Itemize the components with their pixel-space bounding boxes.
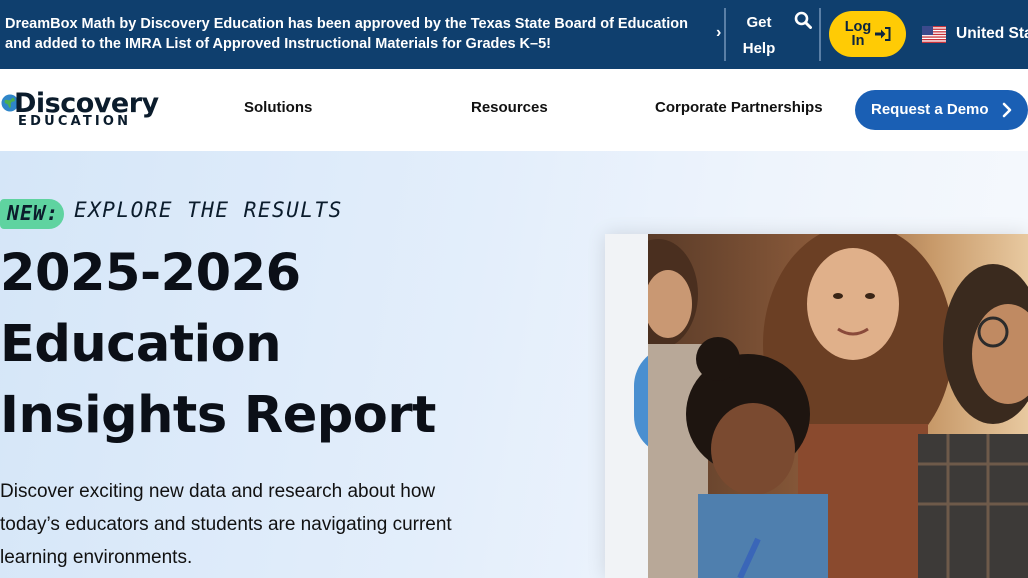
main-nav: Discovery EDUCATION Solutions Resources … <box>0 69 1028 151</box>
login-label: Log In <box>844 19 872 49</box>
request-demo-button[interactable]: Request a Demo <box>855 90 1028 130</box>
nav-corporate-partnerships[interactable]: Corporate Partnerships <box>655 99 823 116</box>
hero-section: NEW: EXPLORE THE RESULTS 2025-2026 Educa… <box>0 151 1028 578</box>
sign-in-icon <box>875 27 891 41</box>
chevron-right-icon <box>1002 102 1012 118</box>
nav-resources[interactable]: Resources <box>471 99 548 116</box>
hero-eyebrow: EXPLORE THE RESULTS <box>74 198 343 222</box>
divider <box>724 8 726 61</box>
country-selector[interactable]: United Sta <box>956 25 1028 43</box>
divider <box>819 8 821 61</box>
students-photo-illustration <box>648 234 1028 578</box>
announcement-link[interactable]: DreamBox Math by Discovery Education has… <box>5 14 705 54</box>
logo-subtitle: EDUCATION <box>18 114 132 129</box>
new-badge-label: NEW: <box>7 201 60 225</box>
discovery-education-logo[interactable]: Discovery EDUCATION <box>0 88 170 131</box>
login-button[interactable]: Log In <box>829 11 906 57</box>
search-icon[interactable] <box>794 11 812 29</box>
us-flag-icon[interactable] <box>922 26 946 43</box>
request-demo-label: Request a Demo <box>871 101 989 118</box>
get-help-link[interactable]: Get Help <box>742 10 776 62</box>
nav-solutions[interactable]: Solutions <box>244 99 312 116</box>
hero-photo <box>648 234 1028 578</box>
hero-headline: 2025-2026 Education Insights Report <box>0 244 436 445</box>
chevron-right-icon[interactable]: › <box>716 24 721 42</box>
hero-description: Discover exciting new data and research … <box>0 481 452 568</box>
announcement-bar: DreamBox Math by Discovery Education has… <box>0 0 1028 69</box>
